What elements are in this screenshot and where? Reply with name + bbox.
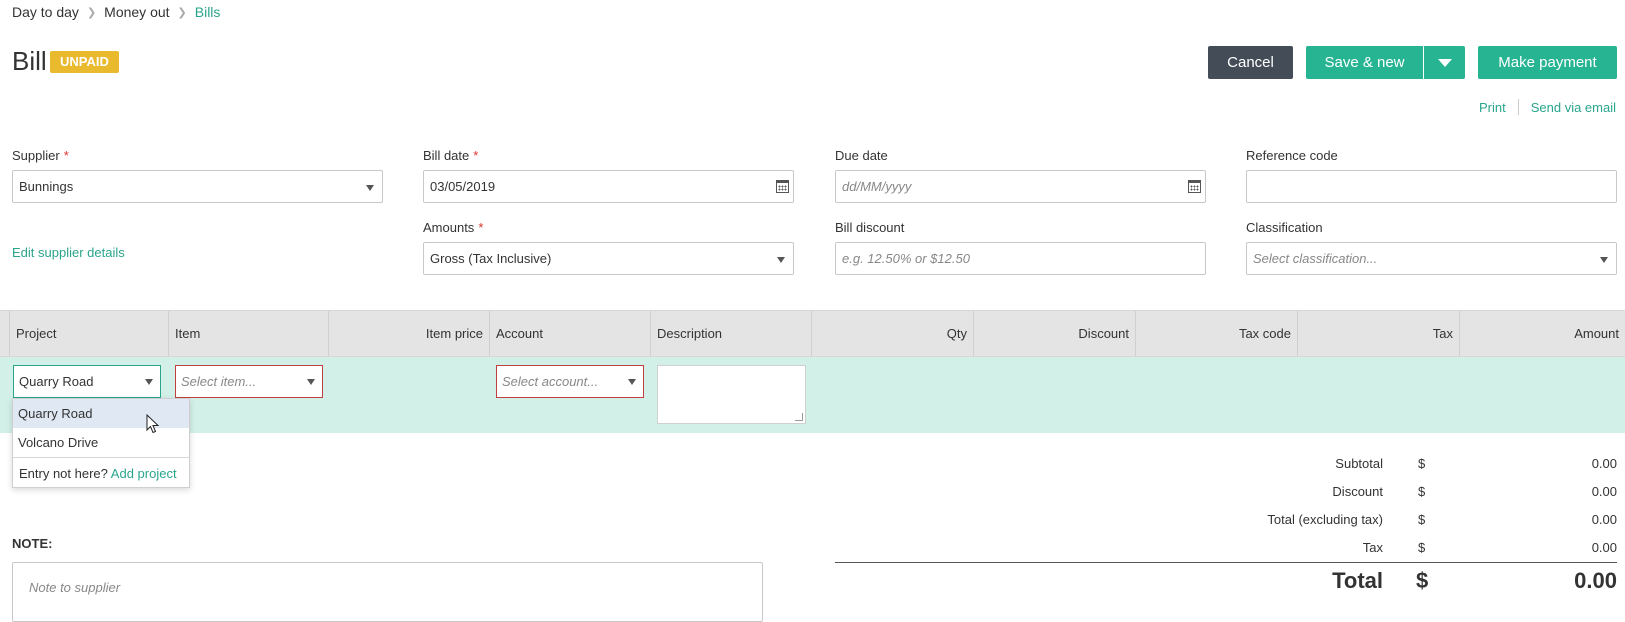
entry-not-here-text: Entry not here? bbox=[19, 466, 108, 481]
caret-down-icon bbox=[1437, 59, 1452, 68]
note-placeholder: Note to supplier bbox=[29, 580, 121, 595]
print-link[interactable]: Print bbox=[1479, 100, 1506, 115]
total-excl-tax-value: 0.00 bbox=[1591, 512, 1617, 527]
breadcrumb-day-to-day[interactable]: Day to day bbox=[12, 4, 79, 20]
amounts-label: Amounts * bbox=[423, 220, 484, 235]
project-option-volcano-drive[interactable]: Volcano Drive bbox=[13, 428, 189, 457]
item-select[interactable]: Select item... bbox=[175, 365, 323, 398]
due-date-label: Due date bbox=[835, 148, 888, 163]
save-new-button[interactable]: Save & new bbox=[1306, 46, 1423, 79]
resize-handle-icon[interactable] bbox=[795, 413, 803, 421]
cancel-button[interactable]: Cancel bbox=[1208, 46, 1293, 79]
classification-select[interactable]: Select classification... bbox=[1246, 242, 1617, 275]
dropdown-arrow-icon bbox=[628, 379, 636, 385]
note-heading: NOTE: bbox=[12, 536, 53, 551]
status-badge: UNPAID bbox=[50, 51, 119, 73]
column-item: Item bbox=[169, 311, 329, 356]
currency-symbol: $ bbox=[1418, 456, 1426, 471]
dropdown-arrow-icon bbox=[307, 379, 315, 385]
classification-label: Classification bbox=[1246, 220, 1323, 235]
mouse-cursor-icon bbox=[146, 414, 160, 434]
calendar-icon[interactable] bbox=[776, 180, 789, 193]
calendar-icon[interactable] bbox=[1188, 180, 1201, 193]
dropdown-arrow-icon bbox=[145, 379, 153, 385]
bill-date-label: Bill date * bbox=[423, 148, 479, 163]
due-date-placeholder: dd/MM/yyyy bbox=[842, 179, 912, 194]
grand-total-currency: $ bbox=[1416, 568, 1429, 593]
grand-total-label: Total bbox=[1332, 568, 1383, 593]
reference-code-input[interactable] bbox=[1246, 170, 1617, 203]
item-placeholder: Select item... bbox=[181, 374, 257, 389]
discount-value: 0.00 bbox=[1591, 484, 1617, 499]
due-date-field[interactable]: dd/MM/yyyy bbox=[835, 170, 1206, 203]
save-options-button[interactable] bbox=[1424, 46, 1465, 79]
dropdown-footer: Entry not here? Add project bbox=[13, 457, 189, 488]
header-spacer bbox=[0, 311, 10, 356]
currency-symbol: $ bbox=[1418, 512, 1426, 527]
currency-symbol: $ bbox=[1418, 540, 1426, 555]
project-value: Quarry Road bbox=[19, 374, 94, 389]
account-select[interactable]: Select account... bbox=[496, 365, 644, 398]
breadcrumb-bills[interactable]: Bills bbox=[195, 4, 221, 20]
bill-discount-input[interactable]: e.g. 12.50% or $12.50 bbox=[835, 242, 1206, 275]
subtotal-value: 0.00 bbox=[1591, 456, 1617, 471]
column-discount: Discount bbox=[974, 311, 1136, 356]
send-email-link[interactable]: Send via email bbox=[1531, 100, 1616, 115]
totals-divider bbox=[835, 562, 1617, 563]
dropdown-arrow-icon bbox=[777, 257, 785, 263]
make-payment-button[interactable]: Make payment bbox=[1478, 46, 1617, 79]
classification-placeholder: Select classification... bbox=[1253, 251, 1378, 266]
amounts-select[interactable]: Gross (Tax Inclusive) bbox=[423, 242, 794, 275]
column-account: Account bbox=[490, 311, 651, 356]
column-item-price: Item price bbox=[329, 311, 490, 356]
chevron-right-icon: ❯ bbox=[177, 6, 187, 19]
currency-symbol: $ bbox=[1418, 484, 1426, 499]
total-excl-tax-label: Total (excluding tax) bbox=[1267, 512, 1383, 527]
column-description: Description bbox=[651, 311, 812, 356]
tax-value: 0.00 bbox=[1591, 540, 1617, 555]
breadcrumb-money-out[interactable]: Money out bbox=[104, 4, 169, 20]
dropdown-arrow-icon bbox=[1600, 257, 1608, 263]
page-title: Bill bbox=[12, 46, 47, 76]
edit-supplier-link[interactable]: Edit supplier details bbox=[12, 245, 125, 260]
note-textarea[interactable]: Note to supplier bbox=[12, 562, 763, 622]
subtotal-label: Subtotal bbox=[1335, 456, 1383, 471]
column-project: Project bbox=[10, 311, 169, 356]
bill-discount-placeholder: e.g. 12.50% or $12.50 bbox=[842, 251, 970, 266]
column-tax-code: Tax code bbox=[1136, 311, 1298, 356]
print-links: Print Send via email bbox=[1479, 99, 1616, 115]
breadcrumb: Day to day ❯ Money out ❯ Bills bbox=[12, 4, 220, 20]
discount-label: Discount bbox=[1332, 484, 1383, 499]
account-placeholder: Select account... bbox=[502, 374, 599, 389]
bill-date-value: 03/05/2019 bbox=[430, 179, 496, 194]
description-textarea[interactable] bbox=[657, 365, 806, 424]
bill-discount-label: Bill discount bbox=[835, 220, 905, 235]
project-dropdown-menu: Quarry Road Volcano Drive Entry not here… bbox=[12, 398, 190, 488]
reference-code-label: Reference code bbox=[1246, 148, 1338, 163]
grand-total-value: 0.00 bbox=[1574, 568, 1617, 593]
dropdown-arrow-icon bbox=[366, 185, 374, 191]
add-project-link[interactable]: Add project bbox=[111, 466, 177, 481]
column-tax: Tax bbox=[1298, 311, 1460, 356]
column-qty: Qty bbox=[812, 311, 974, 356]
chevron-right-icon: ❯ bbox=[86, 6, 97, 19]
project-option-quarry-road[interactable]: Quarry Road bbox=[13, 399, 189, 428]
amounts-value: Gross (Tax Inclusive) bbox=[430, 251, 552, 266]
bill-date-field[interactable]: 03/05/2019 bbox=[423, 170, 794, 203]
divider bbox=[1517, 99, 1519, 115]
supplier-select[interactable]: Bunnings bbox=[12, 170, 383, 203]
column-amount: Amount bbox=[1574, 326, 1619, 341]
supplier-value: Bunnings bbox=[19, 179, 74, 194]
supplier-label: Supplier * bbox=[12, 148, 69, 163]
table-header: Project Item Item price Account Descript… bbox=[0, 310, 1625, 357]
tax-label: Tax bbox=[1362, 540, 1383, 555]
project-select[interactable]: Quarry Road bbox=[13, 365, 161, 398]
